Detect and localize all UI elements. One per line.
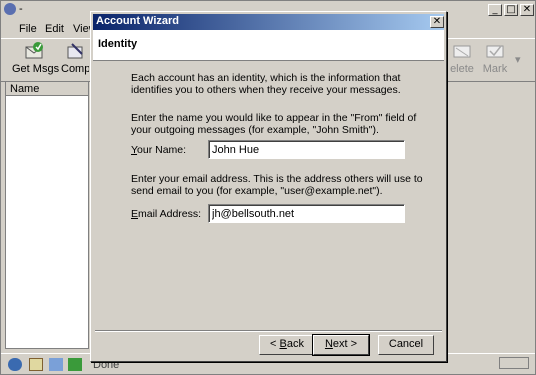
button-separator — [95, 330, 442, 332]
intro-text: Each account has an identity, which is t… — [131, 72, 401, 96]
mark-button[interactable]: Mark — [473, 41, 517, 79]
wizard-page-header: Identity — [93, 30, 444, 61]
get-msgs-icon — [25, 42, 43, 59]
chat-icon[interactable] — [68, 358, 82, 371]
your-name-label: Your Name: — [131, 144, 187, 156]
mail-icon[interactable] — [8, 358, 22, 371]
compose-button[interactable]: Compo — [61, 41, 89, 79]
compose-label: Compo — [61, 63, 89, 75]
close-icon[interactable]: ✕ — [520, 4, 534, 16]
app-logo-icon — [4, 3, 16, 15]
back-button[interactable]: < Back — [259, 335, 315, 355]
dialog-close-icon[interactable]: ✕ — [430, 16, 444, 28]
menu-edit[interactable]: Edit — [45, 23, 64, 35]
toolbar-overflow-icon[interactable]: ▾ — [515, 53, 521, 66]
your-name-input[interactable] — [208, 140, 405, 159]
dialog-titlebar[interactable]: Account Wizard ✕ — [93, 14, 444, 30]
dialog-title: Account Wizard — [96, 15, 180, 27]
compose-icon — [67, 43, 83, 59]
email-help-text: Enter your email address. This is the ad… — [131, 173, 423, 197]
folder-pane[interactable]: Name — [5, 81, 89, 349]
next-button[interactable]: Next > — [312, 334, 370, 356]
delete-icon — [453, 45, 471, 58]
menu-file[interactable]: File — [19, 23, 37, 35]
email-address-label: Email Address: — [131, 208, 202, 220]
address-book-icon[interactable] — [29, 358, 43, 371]
maximize-icon[interactable]: □ — [504, 4, 518, 16]
name-help-text: Enter the name you would like to appear … — [131, 112, 417, 136]
email-address-input[interactable] — [208, 204, 405, 223]
minimize-icon[interactable]: _ — [488, 4, 502, 16]
cancel-button[interactable]: Cancel — [378, 335, 434, 355]
mark-icon — [486, 45, 504, 58]
mark-label: Mark — [482, 63, 508, 75]
get-msgs-button[interactable]: Get Msgs — [12, 41, 60, 79]
folder-pane-header[interactable]: Name — [6, 82, 88, 96]
app-title: - — [19, 3, 23, 15]
account-wizard-dialog: Account Wizard ✕ Identity Each account h… — [90, 11, 447, 362]
page-title: Identity — [98, 38, 138, 50]
get-msgs-label: Get Msgs — [12, 63, 60, 75]
progress-icon — [499, 357, 529, 369]
composer-icon[interactable] — [49, 358, 63, 371]
